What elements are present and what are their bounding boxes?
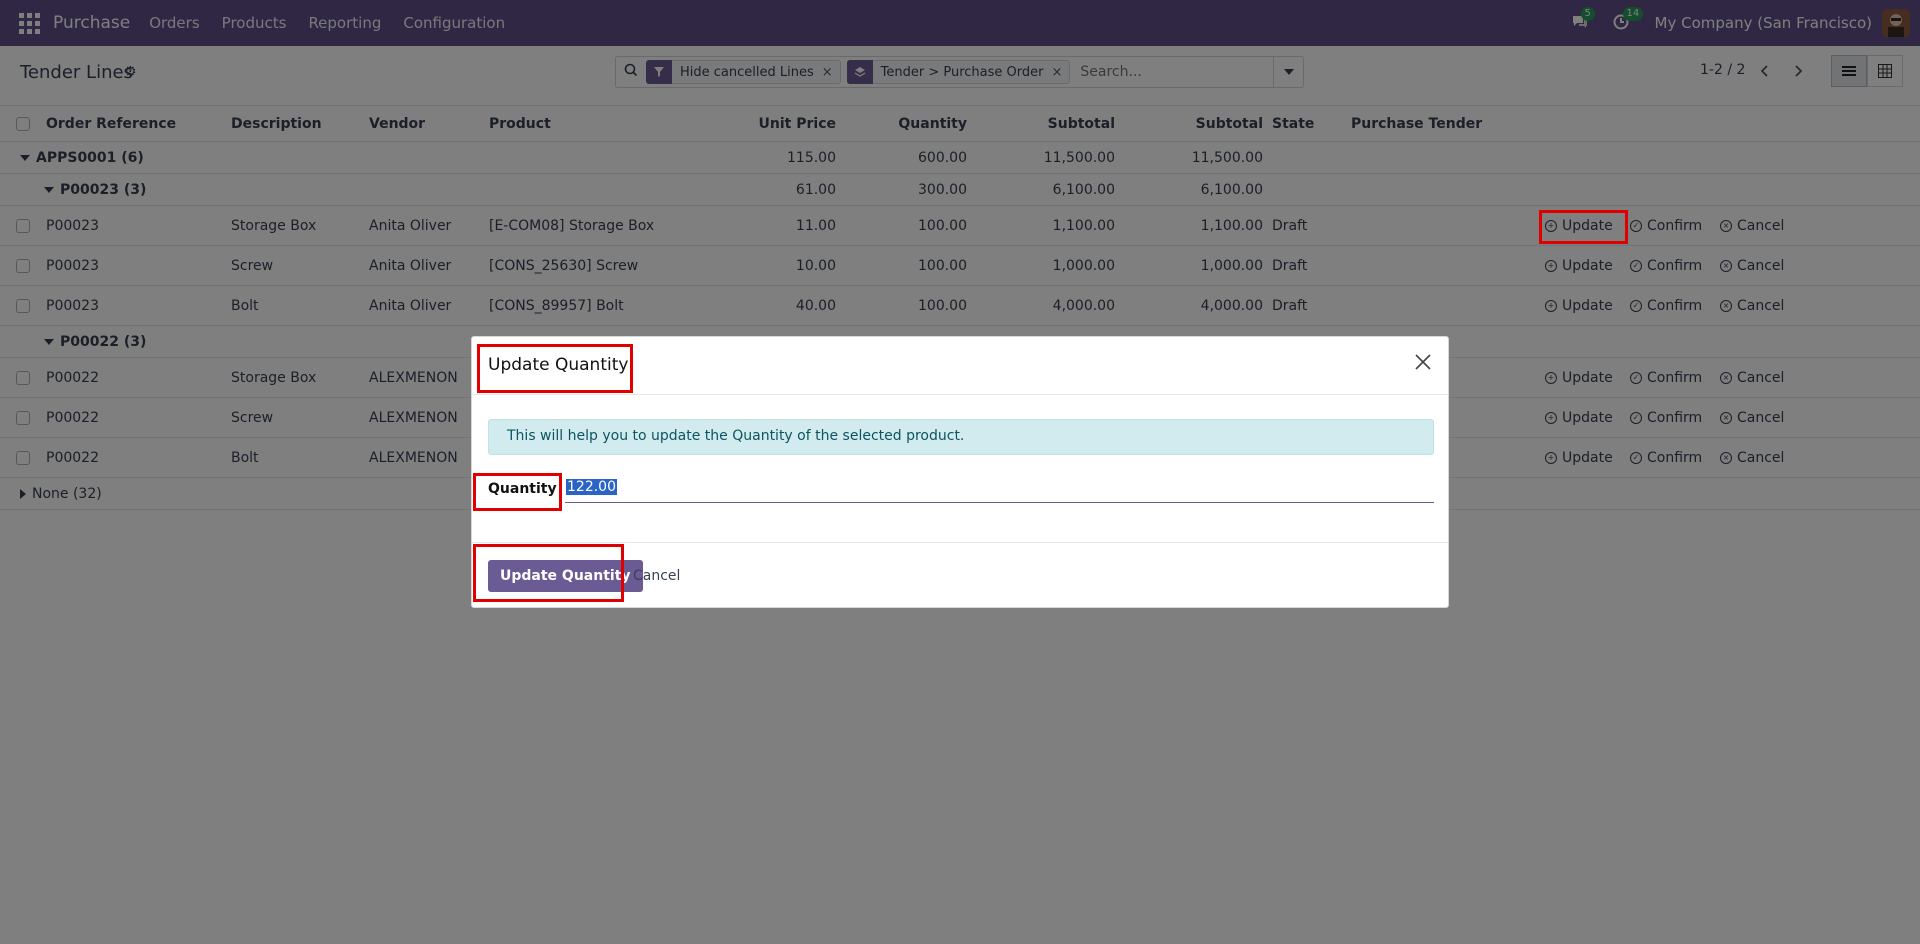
- info-alert: This will help you to update the Quantit…: [488, 419, 1434, 455]
- dialog-cancel-button[interactable]: Cancel: [633, 568, 680, 584]
- highlight-dialog-title: [477, 344, 633, 393]
- close-icon[interactable]: [1412, 351, 1434, 373]
- quantity-input-value[interactable]: 122.00: [566, 479, 617, 495]
- highlight-quantity-label: [473, 473, 562, 511]
- quantity-field[interactable]: 122.00: [565, 473, 1434, 503]
- highlight-update-quantity-button: [473, 544, 624, 602]
- highlight-update-button: [1539, 210, 1628, 244]
